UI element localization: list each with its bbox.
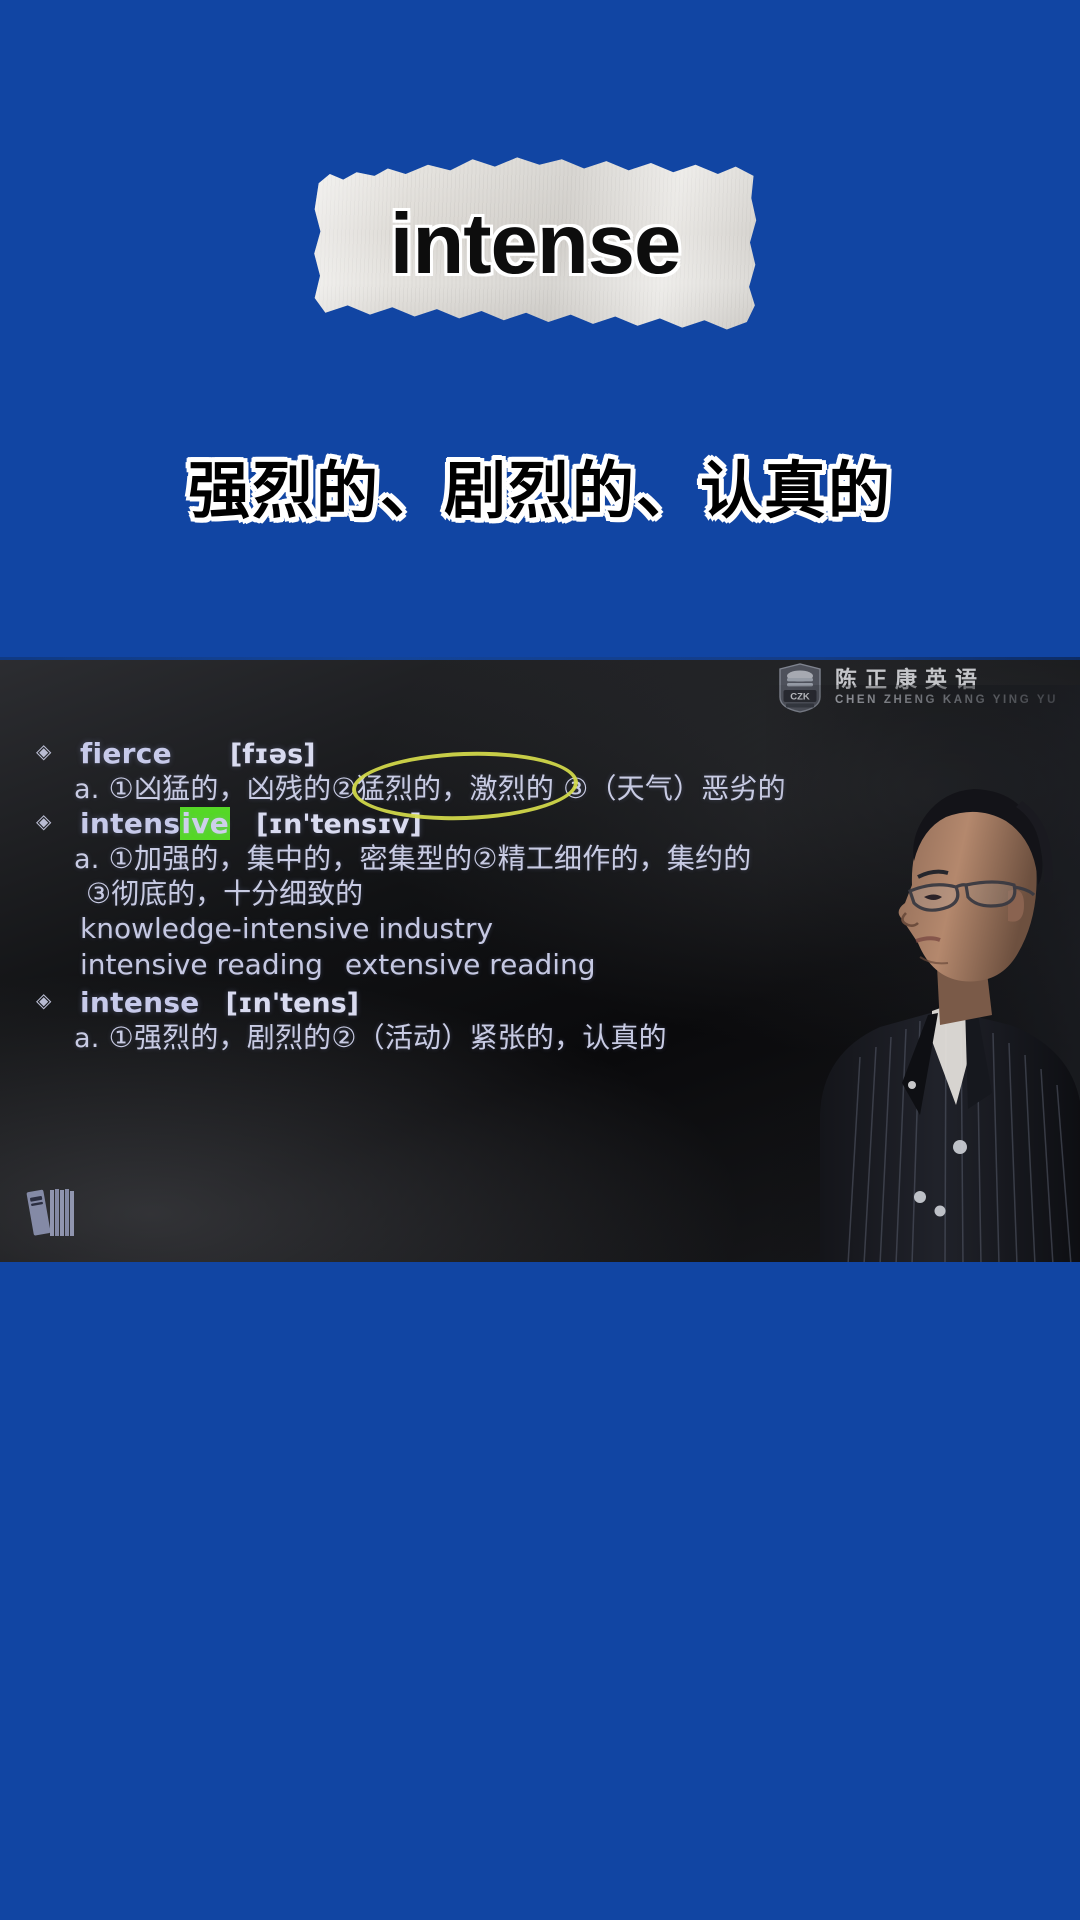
definition-label-intensive: a. bbox=[74, 843, 100, 875]
title-card: intense bbox=[312, 150, 758, 335]
diamond-bullet-icon: ◈ bbox=[36, 739, 52, 763]
vocab-entry-fierce: ◈ fierce [fɪəs] bbox=[30, 737, 820, 770]
czk-badge-icon: CZK bbox=[777, 663, 823, 713]
definition-text-intense: ①强烈的，剧烈的②（活动）紧张的，认真的 bbox=[108, 1020, 667, 1054]
vocab-entry-intensive: ◈ intens ive [ɪn'tensɪv] bbox=[30, 806, 820, 840]
phrase-intensive-reading: intensive reading bbox=[80, 948, 323, 982]
phrase-reading-pair: intensive reading extensive reading bbox=[30, 947, 820, 983]
subtitle-text: 强烈的、剧烈的、认真的 bbox=[187, 454, 892, 527]
ipa-intensive: [ɪn'tensɪv] bbox=[256, 808, 422, 840]
page-title: intense bbox=[389, 197, 682, 292]
video-frame: intense 强烈的、剧烈的、认真的 CZK 陈正康英语 CHEN ZHENG… bbox=[0, 0, 1080, 1920]
ipa-intense: [ɪn'tens] bbox=[225, 987, 360, 1019]
definition-intense: a. ①强烈的，剧烈的②（活动）紧张的，认真的 bbox=[30, 1021, 820, 1056]
phrase-knowledge-intensive: knowledge-intensive industry bbox=[80, 912, 494, 946]
lecture-video-panel[interactable]: CZK 陈正康英语 CHEN ZHENG KANG YING YU ◈ fier… bbox=[0, 657, 1080, 1262]
vocab-entry-intense: ◈ intense [ɪn'tens] bbox=[30, 986, 820, 1019]
phrase-extensive-reading: extensive reading bbox=[344, 948, 596, 982]
watermark-chinese: 陈正康英语 bbox=[835, 667, 986, 693]
svg-text:CZK: CZK bbox=[790, 692, 810, 703]
definition-intensive: a. ①加强的，集中的，密集型的②精工细作的，集约的 bbox=[30, 842, 820, 877]
channel-watermark: CZK 陈正康英语 CHEN ZHENG KANG YING YU bbox=[777, 663, 1058, 713]
definition-text-fierce: ①凶猛的，凶残的②猛烈的，激烈的 ③（天气）恶劣的 bbox=[108, 772, 786, 805]
ipa-fierce: [fɪəs] bbox=[229, 739, 316, 770]
books-icon bbox=[24, 1182, 88, 1240]
panel-top-divider bbox=[0, 657, 1080, 660]
watermark-pinyin: CHEN ZHENG KANG YING YU bbox=[835, 693, 1058, 706]
word-fierce: fierce bbox=[80, 737, 172, 770]
blackboard-content: ◈ fierce [fɪəs] a. ①凶猛的，凶残的②猛烈的，激烈的 ③（天气… bbox=[30, 737, 820, 1056]
word-intensive-suffix-highlight: ive bbox=[180, 806, 231, 840]
definition-label-fierce: a. bbox=[74, 774, 100, 805]
definition-fierce: a. ①凶猛的，凶残的②猛烈的，激烈的 ③（天气）恶劣的 bbox=[30, 772, 820, 807]
definition-text-intensive: ①加强的，集中的，密集型的②精工细作的，集约的 bbox=[108, 841, 752, 875]
diamond-bullet-icon: ◈ bbox=[36, 808, 52, 833]
word-intense: intense bbox=[80, 985, 200, 1019]
definition-label-intense: a. bbox=[74, 1022, 100, 1054]
word-intensive-stem: intens bbox=[80, 806, 181, 840]
definition-intensive-cont: ③彻底的，十分细致的 bbox=[86, 876, 364, 910]
diamond-bullet-icon: ◈ bbox=[36, 987, 52, 1012]
